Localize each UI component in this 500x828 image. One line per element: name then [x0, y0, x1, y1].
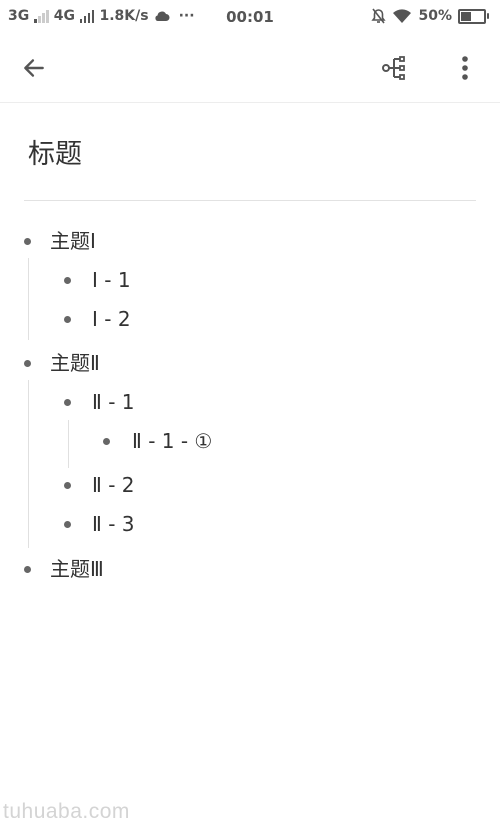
bullet-icon[interactable] — [24, 566, 31, 573]
bullet-icon[interactable] — [64, 399, 71, 406]
outline-item-topic2[interactable]: 主题Ⅱ — [50, 350, 100, 376]
outline-guide-topic2 — [28, 380, 29, 548]
outline-item-topic1-1[interactable]: Ⅰ - 1 — [92, 267, 131, 293]
bullet-icon[interactable] — [24, 360, 31, 367]
bullet-icon[interactable] — [64, 521, 71, 528]
bullet-icon[interactable] — [64, 482, 71, 489]
outline-item-topic2-3[interactable]: Ⅱ - 3 — [92, 511, 135, 537]
outline-guide-topic1 — [28, 258, 29, 340]
outline-item-topic1-2[interactable]: Ⅰ - 2 — [92, 306, 131, 332]
bullet-icon[interactable] — [64, 277, 71, 284]
outline-guide-topic2-1 — [68, 420, 69, 468]
bullet-icon[interactable] — [24, 238, 31, 245]
outline-item-topic1[interactable]: 主题Ⅰ — [50, 228, 96, 254]
watermark: tuhuaba.com — [3, 800, 130, 823]
outline-item-topic2-2[interactable]: Ⅱ - 2 — [92, 472, 135, 498]
bullet-icon[interactable] — [103, 438, 110, 445]
outline-item-topic3[interactable]: 主题Ⅲ — [50, 556, 104, 582]
outline-item-topic2-1[interactable]: Ⅱ - 1 — [92, 389, 135, 415]
outline-item-topic2-1-1[interactable]: Ⅱ - 1 - ① — [132, 428, 212, 454]
outline: 主题Ⅰ Ⅰ - 1 Ⅰ - 2 主题Ⅱ Ⅱ - 1 Ⅱ - 1 - ① Ⅱ - … — [0, 0, 500, 828]
bullet-icon[interactable] — [64, 316, 71, 323]
